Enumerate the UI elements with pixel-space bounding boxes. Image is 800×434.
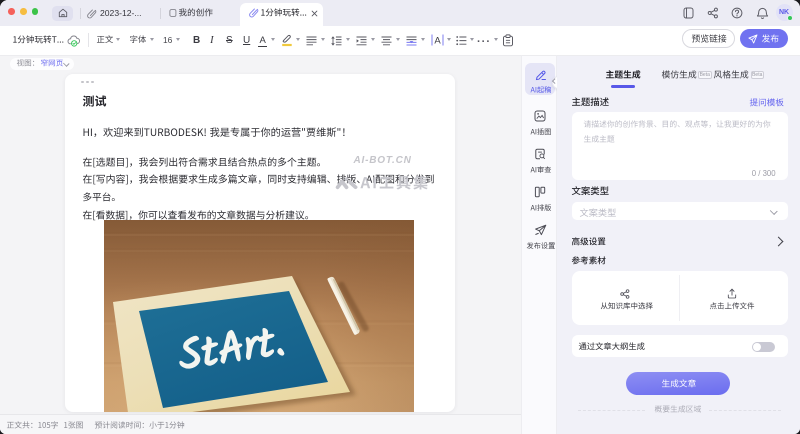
svg-text:A: A xyxy=(434,35,441,46)
